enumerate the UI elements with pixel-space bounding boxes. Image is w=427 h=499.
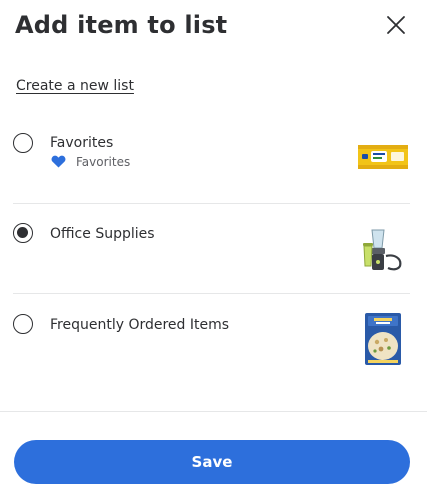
product-thumbnail-food-package-icon: [365, 313, 401, 365]
close-icon: [387, 16, 405, 34]
product-thumbnail-blender-icon: [363, 229, 402, 271]
radio-frequently-ordered-items[interactable]: [13, 314, 33, 334]
radio-favorites[interactable]: [13, 133, 33, 153]
list-option-label: Frequently Ordered Items: [50, 317, 230, 333]
dialog-title: Add item to list: [15, 11, 228, 39]
add-to-list-dialog: Add item to list Create a new list Favor…: [0, 0, 427, 499]
create-new-list-link[interactable]: Create a new list: [16, 77, 134, 95]
favorites-tag-label: Favorites: [76, 155, 131, 169]
list-option-label: Favorites: [50, 135, 114, 151]
footer-divider: [0, 411, 427, 412]
list-option-frequently-ordered-items[interactable]: Frequently Ordered Items: [0, 294, 410, 384]
close-button[interactable]: [384, 13, 408, 37]
radio-office-supplies[interactable]: [13, 223, 33, 243]
save-button[interactable]: Save: [14, 440, 410, 484]
heart-icon: [51, 155, 66, 168]
list-option-label: Office Supplies: [50, 226, 155, 242]
list-option-favorites[interactable]: Favorites Favorites: [0, 114, 410, 204]
list-option-sublabel: Favorites: [51, 154, 130, 170]
list-option-office-supplies[interactable]: Office Supplies: [0, 204, 410, 294]
product-thumbnail-wipes-icon: [358, 145, 408, 169]
